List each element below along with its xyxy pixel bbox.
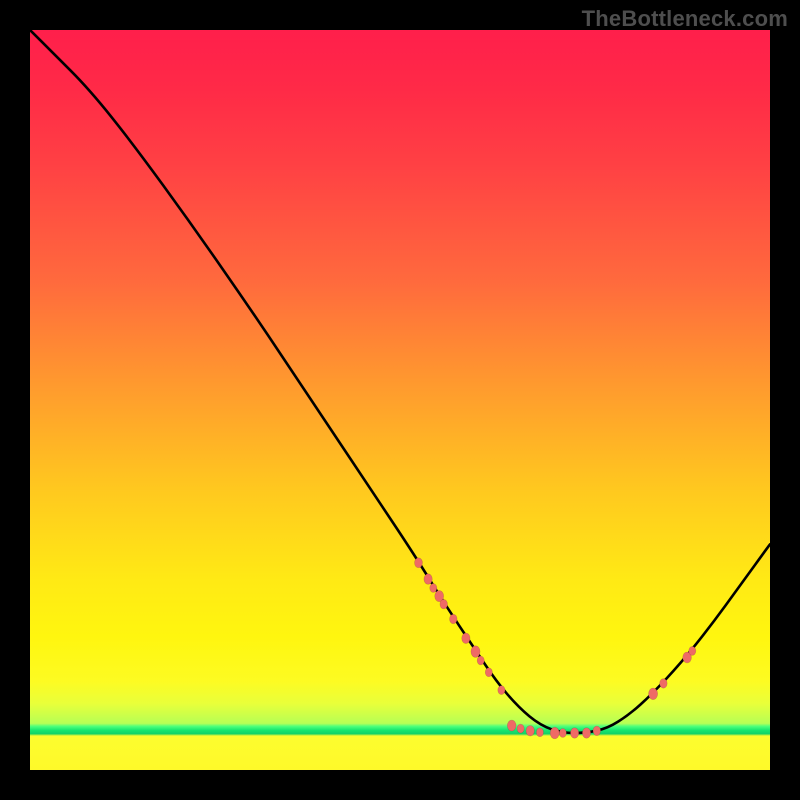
data-point xyxy=(649,688,658,700)
data-point xyxy=(450,614,458,624)
data-point xyxy=(517,724,524,733)
plot-area xyxy=(30,30,770,770)
data-point xyxy=(582,728,590,739)
data-point xyxy=(536,728,543,737)
data-point xyxy=(462,633,470,644)
data-point xyxy=(430,584,437,593)
data-point xyxy=(471,646,480,658)
data-point xyxy=(559,729,566,738)
chart-svg xyxy=(30,30,770,770)
data-point xyxy=(415,558,423,568)
data-point xyxy=(593,726,601,736)
data-point xyxy=(526,726,534,737)
data-points xyxy=(415,558,696,739)
data-point xyxy=(570,728,578,739)
data-point xyxy=(485,668,492,677)
data-point xyxy=(660,679,668,689)
data-point xyxy=(424,574,432,585)
data-point xyxy=(550,727,559,739)
bottleneck-curve xyxy=(30,30,770,733)
watermark-text: TheBottleneck.com xyxy=(582,6,788,32)
data-point xyxy=(477,656,484,665)
data-point xyxy=(440,599,448,609)
data-point xyxy=(498,686,505,695)
data-point xyxy=(689,646,696,655)
data-point xyxy=(507,720,516,731)
chart-frame: TheBottleneck.com xyxy=(0,0,800,800)
